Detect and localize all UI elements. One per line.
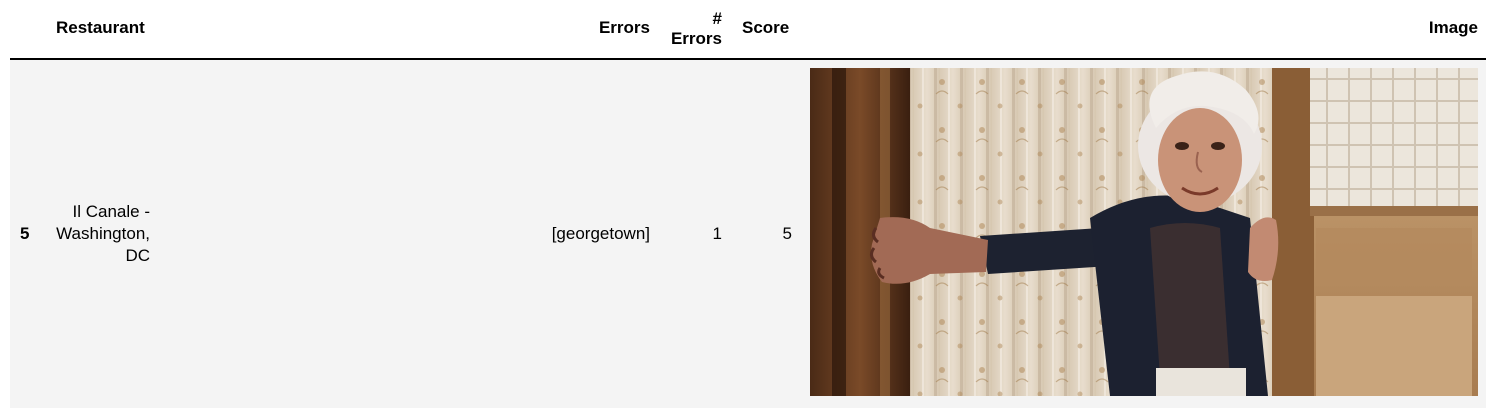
header-restaurant[interactable]: Restaurant [56,18,145,38]
restaurant-name-line3: DC [125,246,150,265]
restaurant-name-line2: Washington, [56,224,150,243]
elderly-woman-in-doorway-photo [810,68,1478,396]
num-errors-cell: 1 [712,224,722,243]
restaurant-cell: Il Canale - Washington, DC [56,201,150,267]
restaurant-name-line1: Il Canale - [72,202,150,221]
errors-cell: [georgetown] [551,224,650,243]
header-num-errors-label: Errors [670,29,722,48]
header-num-errors-symbol: # [712,9,722,28]
score-cell: 5 [782,224,792,243]
table-row: 5 Il Canale - Washington, DC [georgetown… [10,60,1486,408]
row-index: 5 [20,224,30,243]
header-errors[interactable]: Errors [599,18,650,38]
header-score[interactable]: Score [742,18,789,38]
header-image[interactable]: Image [1429,18,1478,38]
restaurant-photo [810,68,1478,396]
results-table: Restaurant Errors # Errors Score Image 5… [10,0,1486,408]
header-num-errors[interactable]: # Errors [671,9,722,49]
